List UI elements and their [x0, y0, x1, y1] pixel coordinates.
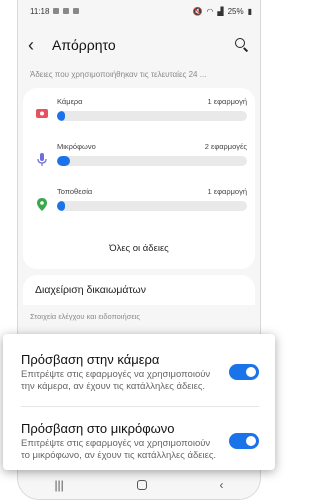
arrow-back-icon[interactable]: ‹ [28, 35, 50, 56]
microphone-access-row[interactable]: Πρόσβαση στο μικρόφωνο Επιτρέψτε στις εφ… [21, 409, 259, 473]
page-title: Απόρρητο [52, 37, 116, 53]
permission-row-location[interactable]: Τοποθεσία 1 εφαρμογή [31, 186, 247, 231]
access-toggles-panel: Πρόσβαση στην κάμερα Επιτρέψτε στις εφαρ… [3, 334, 275, 470]
navigation-bar: ||| ‹ [18, 471, 260, 499]
mute-icon: 🔇 [192, 6, 203, 16]
divider [21, 406, 259, 407]
permission-app-count: 1 εφαρμογή [207, 187, 247, 196]
gallery-icon [63, 8, 70, 14]
camera-access-row[interactable]: Πρόσβαση στην κάμερα Επιτρέψτε στις εφαρ… [21, 340, 259, 404]
permissions-usage-card: Κάμερα 1 εφαρμογή Μικρόφωνο 2 εφαρμογές … [23, 88, 255, 269]
notification-icon [53, 8, 60, 14]
microphone-access-description: Επιτρέψτε στις εφαρμογές να χρησιμοποιού… [21, 438, 217, 461]
battery-level: 25% [227, 6, 244, 16]
usage-bar [57, 111, 247, 121]
controls-section-label: Στοιχεία ελέγχου και ειδοποιήσεις [30, 312, 140, 321]
back-nav-icon[interactable]: ‹ [220, 478, 224, 492]
wifi-icon: ◠ [206, 6, 214, 16]
permission-app-count: 1 εφαρμογή [207, 97, 247, 106]
microphone-access-title: Πρόσβαση στο μικρόφωνο [21, 421, 175, 436]
permission-row-microphone[interactable]: Μικρόφωνο 2 εφαρμογές [31, 141, 247, 186]
camera-icon [36, 109, 48, 118]
usage-bar [57, 201, 247, 211]
usage-bar [57, 156, 247, 166]
home-icon[interactable] [136, 480, 147, 490]
all-permissions-button[interactable]: Όλες οι άδειες [23, 227, 255, 269]
permission-label: Τοποθεσία [57, 187, 93, 196]
search-icon[interactable] [234, 37, 250, 53]
microphone-access-toggle[interactable] [229, 433, 259, 449]
manage-permissions-item[interactable]: Διαχείριση δικαιωμάτων [23, 275, 255, 305]
recents-icon[interactable]: ||| [54, 478, 63, 492]
app-header: ‹ Απόρρητο [18, 22, 260, 68]
camera-access-description: Επιτρέψτε στις εφαρμογές να χρησιμοποιού… [21, 369, 211, 392]
location-icon [37, 198, 47, 211]
permission-app-count: 2 εφαρμογές [204, 142, 247, 151]
settings-notification-icon [73, 8, 80, 14]
permission-label: Κάμερα [57, 97, 83, 106]
usage-subtitle: Άδειες που χρησιμοποιήθηκαν τις τελευταί… [30, 70, 207, 79]
permission-row-camera[interactable]: Κάμερα 1 εφαρμογή [31, 96, 247, 141]
microphone-icon [37, 153, 47, 166]
status-bar: 11:18 🔇 ◠ ▟ 25% ▮ [18, 0, 260, 22]
signal-icon: ▟ [217, 6, 224, 16]
status-time: 11:18 [30, 6, 50, 16]
camera-access-toggle[interactable] [229, 364, 259, 380]
camera-access-title: Πρόσβαση στην κάμερα [21, 352, 160, 367]
battery-icon: ▮ [247, 6, 252, 16]
permission-label: Μικρόφωνο [57, 142, 96, 151]
